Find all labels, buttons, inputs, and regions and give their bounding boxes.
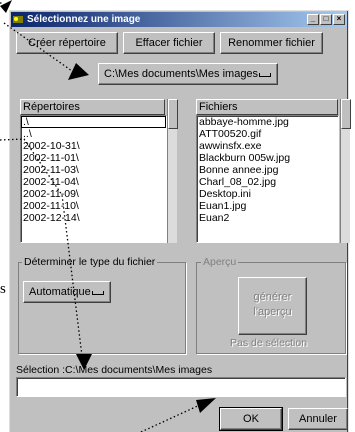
list-item[interactable]: ATT00520.gif (197, 128, 338, 140)
path-dropdown-value: C:\Mes documents\Mes images (104, 68, 259, 80)
preview-status: Pas de sélection (230, 337, 308, 349)
maximize-icon[interactable]: □ (320, 14, 332, 25)
list-item[interactable]: Bonne annee.jpg (197, 164, 338, 176)
create-folder-button[interactable]: Créer répertoire (16, 32, 118, 54)
close-icon[interactable]: × (333, 14, 345, 25)
list-item[interactable]: Blackburn 005w.jpg (197, 152, 338, 164)
preview-group-label: Aperçu (201, 256, 239, 268)
rename-file-button[interactable]: Renommer fichier (220, 32, 323, 54)
selection-field[interactable] (16, 377, 346, 397)
window-title: Sélectionnez une image (27, 14, 141, 25)
file-type-value: Automatique (29, 286, 91, 298)
list-item[interactable]: 2002-11-04\ (21, 176, 166, 188)
margin-letter: s (0, 281, 6, 297)
minimize-icon[interactable]: _ (307, 14, 319, 25)
list-item[interactable]: Desktop.ini (197, 188, 338, 200)
directories-list[interactable]: .\ ..\ 2002-10-31\ 2002-11-01\ 2002-11-03\ 20… (20, 115, 167, 243)
list-item[interactable]: 2002-11-09\ (21, 188, 166, 200)
list-item[interactable]: abbaye-homme.jpg (197, 116, 338, 128)
list-item[interactable]: Euan1.jpg (197, 200, 338, 212)
file-type-dropdown[interactable]: Automatique (23, 281, 111, 303)
list-item[interactable]: 2002-11-03\ (21, 164, 166, 176)
generate-preview-line2: l'aperçu (253, 306, 292, 318)
file-type-group (18, 262, 186, 354)
files-header[interactable]: Fichiers (196, 99, 338, 115)
path-dropdown[interactable]: C:\Mes documents\Mes images (98, 63, 278, 85)
list-item[interactable]: 2002-11-10\ (21, 200, 166, 212)
files-list[interactable]: abbaye-homme.jpg ATT00520.gif awwinsfx.exe… (196, 115, 339, 243)
directories-scroll-thumb[interactable] (168, 99, 178, 129)
list-item[interactable]: 2002-11-01\ (21, 152, 166, 164)
list-item[interactable]: Charl_08_02.jpg (197, 176, 338, 188)
files-scroll-thumb[interactable] (341, 99, 351, 129)
ok-button[interactable]: OK (219, 407, 283, 431)
cancel-button[interactable]: Annuler (288, 408, 348, 430)
generate-preview-button[interactable]: générer l'aperçu (238, 277, 307, 335)
generate-preview-line1: générer (253, 291, 292, 303)
directories-scrollbar[interactable] (167, 99, 178, 243)
file-type-group-label: Déterminer le type du fichier (22, 256, 158, 268)
directories-header[interactable]: Répertoires (20, 99, 165, 115)
title-bar[interactable]: Sélectionnez une image _ □ × (11, 12, 347, 27)
list-item[interactable]: ..\ (21, 128, 166, 140)
files-scrollbar[interactable] (340, 99, 351, 243)
list-item[interactable]: Euan2 (197, 212, 338, 224)
app-icon (13, 16, 23, 23)
dropdown-icon (92, 291, 104, 295)
selection-label: Sélection :C:\Mes documents\Mes images (16, 364, 213, 376)
list-item[interactable]: 2002-12-14\ (21, 212, 166, 224)
list-item[interactable]: awwinsfx.exe (197, 140, 338, 152)
list-item[interactable]: .\ (21, 116, 166, 128)
dropdown-icon (259, 73, 271, 77)
select-image-dialog: Sélectionnez une image _ □ × Créer réper… (9, 10, 351, 432)
list-item[interactable]: 2002-10-31\ (21, 140, 166, 152)
delete-file-button[interactable]: Effacer fichier (123, 32, 215, 54)
